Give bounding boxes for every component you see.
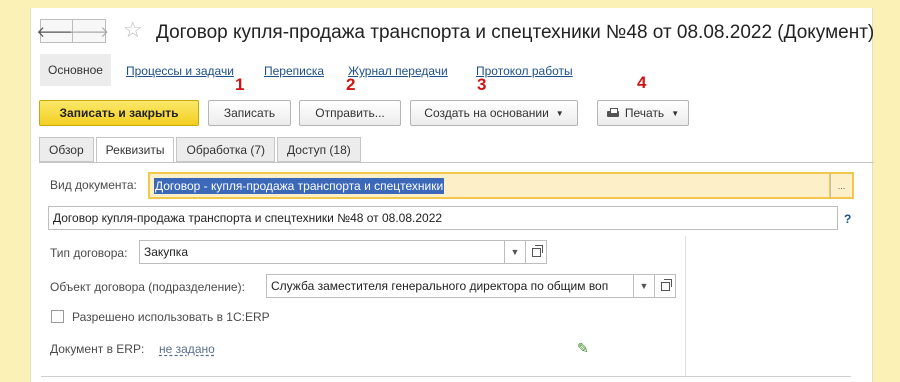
- annotation-number-1: 1: [235, 75, 245, 94]
- chevron-down-icon: ▼: [510, 247, 520, 257]
- contract-type-label: Тип договора:: [50, 246, 128, 260]
- contract-type-value: Закупка: [144, 245, 188, 259]
- ellipsis-icon: ...: [837, 180, 846, 191]
- doc-kind-value: Договор - купля-продажа транспорта и спе…: [154, 177, 445, 194]
- save-button[interactable]: Записать: [208, 100, 291, 126]
- open-card-icon: [531, 244, 543, 257]
- doc-title-value: Договор купля-продажа транспорта и спецт…: [53, 211, 443, 225]
- contract-type-field[interactable]: Закупка: [139, 240, 505, 264]
- section-transfer-log-link[interactable]: Журнал передачи: [348, 64, 448, 78]
- document-window: 🡐 🡒 ☆ Договор купля-продажа транспорта и…: [30, 8, 875, 382]
- create-based-on-button[interactable]: Создать на основании ▼: [410, 100, 578, 126]
- annotation-number-2: 2: [346, 75, 356, 94]
- tab-access[interactable]: Доступ (18): [277, 137, 361, 162]
- contract-type-dropdown-button[interactable]: ▼: [504, 240, 526, 264]
- bottom-divider: [41, 376, 851, 377]
- print-button[interactable]: Печать ▼: [597, 100, 689, 126]
- dropdown-caret-icon: ▼: [671, 108, 680, 118]
- help-icon[interactable]: ?: [844, 212, 851, 226]
- contract-object-value: Служба заместителя генерального директор…: [271, 279, 609, 293]
- annotation-number-3: 3: [477, 75, 487, 94]
- section-work-log-link[interactable]: Протокол работы: [476, 64, 573, 78]
- send-button[interactable]: Отправить...: [299, 100, 401, 126]
- section-panel: Основное: [40, 54, 111, 86]
- erp-doc-link[interactable]: не задано: [159, 342, 215, 356]
- window-title: Договор купля-продажа транспорта и спецт…: [156, 22, 875, 43]
- history-nav: 🡐 🡒: [36, 19, 109, 43]
- create-based-on-label: Создать на основании: [424, 106, 549, 120]
- tab-details[interactable]: Реквизиты: [95, 137, 175, 163]
- doc-title-field[interactable]: Договор купля-продажа транспорта и спецт…: [48, 206, 838, 230]
- doc-kind-field[interactable]: Договор - купля-продажа транспорта и спе…: [148, 172, 831, 199]
- erp-allowed-checkbox[interactable]: [51, 310, 64, 323]
- tab-overview[interactable]: Обзор: [39, 137, 94, 162]
- doc-kind-select-button[interactable]: ...: [830, 172, 854, 199]
- open-card-icon: [660, 278, 672, 291]
- contract-type-open-button[interactable]: [525, 240, 547, 264]
- erp-allowed-label: Разрешено использовать в 1С:ERP: [72, 310, 270, 324]
- tab-processing[interactable]: Обработка (7): [176, 137, 276, 162]
- contract-object-dropdown-button[interactable]: ▼: [633, 274, 655, 298]
- print-label: Печать: [624, 106, 665, 120]
- doc-kind-label: Вид документа:: [50, 178, 137, 192]
- tab-divider: [39, 162, 874, 163]
- annotation-number-4: 4: [637, 73, 647, 92]
- section-main[interactable]: Основное: [40, 54, 111, 86]
- contract-object-field[interactable]: Служба заместителя генерального директор…: [266, 274, 634, 298]
- section-correspondence-link[interactable]: Переписка: [264, 64, 324, 78]
- forward-button[interactable]: 🡒: [69, 19, 109, 43]
- dropdown-caret-icon: ▼: [555, 108, 564, 118]
- chevron-down-icon: ▼: [639, 281, 649, 291]
- printer-icon: [606, 108, 619, 118]
- contract-object-open-button[interactable]: [654, 274, 676, 298]
- section-processes-link[interactable]: Процессы и задачи: [126, 64, 234, 78]
- arrow-right-icon: 🡒: [68, 23, 110, 41]
- save-and-close-button[interactable]: Записать и закрыть: [39, 100, 199, 126]
- contract-object-label: Объект договора (подразделение):: [50, 280, 245, 294]
- tab-bar: Обзор Реквизиты Обработка (7) Доступ (18…: [39, 137, 363, 163]
- column-divider: [685, 236, 686, 376]
- favorite-star-icon[interactable]: ☆: [123, 17, 143, 43]
- erp-doc-label: Документ в ERP:: [50, 342, 145, 356]
- save-and-close-label: Записать и закрыть: [59, 106, 179, 120]
- pencil-icon[interactable]: ✎: [577, 340, 589, 357]
- save-label: Записать: [223, 106, 276, 120]
- send-label: Отправить...: [315, 106, 385, 120]
